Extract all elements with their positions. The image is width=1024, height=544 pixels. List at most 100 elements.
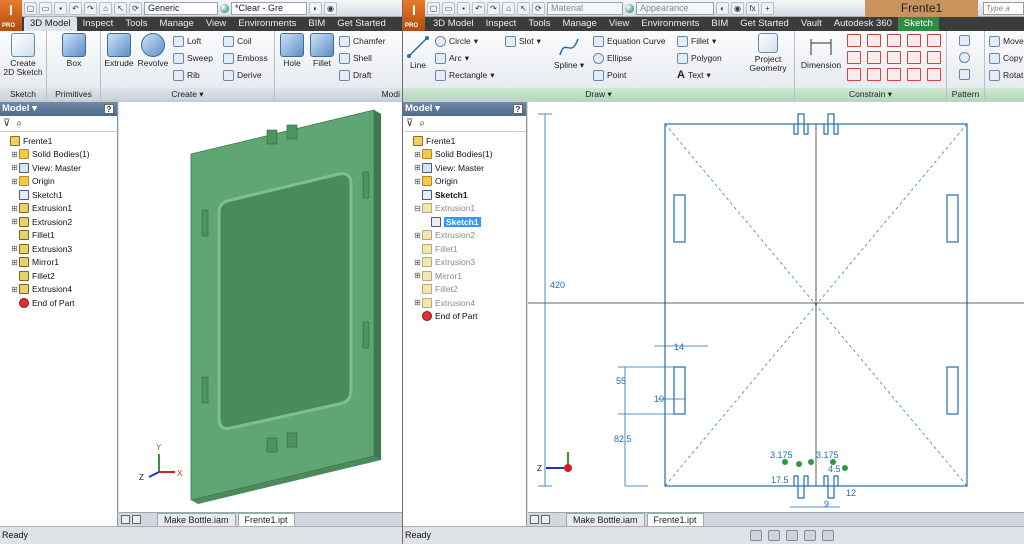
sweep-button[interactable]: Sweep: [173, 52, 213, 64]
model-browser-header[interactable]: Model ▾?: [0, 102, 117, 116]
tree-node[interactable]: ⊞ Extrusion2: [0, 215, 117, 229]
tab-get-started[interactable]: Get Started: [331, 17, 392, 31]
parallel-icon[interactable]: [847, 51, 861, 64]
tree-node[interactable]: Frente1: [0, 134, 117, 148]
doc-tab-make-bottle[interactable]: Make Bottle.iam: [157, 512, 236, 527]
box-button[interactable]: Box: [59, 33, 89, 68]
ortho-icon[interactable]: [768, 530, 780, 541]
expand-toggle-icon[interactable]: ⊞: [413, 177, 422, 186]
update-icon[interactable]: ⟳: [532, 1, 545, 15]
expand-toggle-icon[interactable]: ⊞: [10, 258, 19, 267]
tab-bim[interactable]: BIM: [705, 17, 734, 31]
cascade-icon[interactable]: [132, 515, 141, 524]
grid-snap-icon[interactable]: [750, 530, 762, 541]
tab-3d-model[interactable]: 3D Model: [427, 17, 480, 31]
extrude-button[interactable]: Extrude: [103, 33, 135, 68]
appearance-dropdown[interactable]: *Clear - Gre: [231, 1, 307, 15]
tab-autodesk-360[interactable]: Autodesk 360: [828, 17, 898, 31]
rib-button[interactable]: Rib: [173, 69, 200, 81]
symmetric-icon[interactable]: [887, 68, 901, 81]
loft-button[interactable]: Loft: [173, 35, 201, 47]
tab-manage[interactable]: Manage: [154, 17, 200, 31]
hole-button[interactable]: Hole: [277, 33, 307, 68]
expand-toggle-icon[interactable]: ⊞: [10, 244, 19, 253]
concentric-icon[interactable]: [887, 34, 901, 47]
adjust-icon[interactable]: ◐: [716, 1, 729, 15]
expand-toggle-icon[interactable]: ⊞: [10, 217, 19, 226]
doc-tab-make-bottle[interactable]: Make Bottle.iam: [566, 512, 645, 527]
circular-pattern-button[interactable]: [959, 52, 970, 63]
doc-tab-frente1[interactable]: Frente1.ipt: [237, 512, 295, 527]
expand-toggle-icon[interactable]: ⊞: [413, 271, 422, 280]
auto-dimension-icon[interactable]: [927, 68, 941, 81]
draw-panel-label[interactable]: Draw ▾: [403, 88, 794, 100]
parameters-icon[interactable]: fx: [746, 1, 759, 15]
create-2d-sketch-button[interactable]: Create 2D Sketch: [2, 33, 44, 77]
tree-node[interactable]: Sketch1: [403, 188, 526, 202]
tab-tools[interactable]: Tools: [522, 17, 556, 31]
tab-bim[interactable]: BIM: [302, 17, 331, 31]
tab-view[interactable]: View: [200, 17, 232, 31]
material-dropdown[interactable]: Material: [547, 1, 623, 15]
tab-vault[interactable]: Vault: [795, 17, 828, 31]
adjust-icon[interactable]: ◐: [309, 1, 322, 15]
show-constraints-icon[interactable]: [927, 34, 941, 47]
tab-environments[interactable]: Environments: [232, 17, 302, 31]
select-icon[interactable]: ↖: [114, 1, 127, 15]
tree-node[interactable]: ⊞ Extrusion3: [0, 242, 117, 256]
constraint-display-icon[interactable]: [804, 530, 816, 541]
dimension-button[interactable]: Dimension: [797, 35, 845, 70]
revolve-button[interactable]: Revolve: [136, 33, 170, 68]
filter-icon[interactable]: ⊽: [406, 118, 413, 129]
clear-icon[interactable]: ◉: [731, 1, 744, 15]
tree-node[interactable]: Sketch1: [403, 215, 526, 229]
home-icon[interactable]: ⌂: [99, 1, 112, 15]
tab-3d-model[interactable]: 3D Model: [24, 17, 77, 31]
select-icon[interactable]: ↖: [517, 1, 530, 15]
find-icon[interactable]: ⌕: [16, 118, 22, 129]
open-icon[interactable]: ▭: [39, 1, 52, 15]
fillet-button[interactable]: Fillet: [307, 33, 337, 68]
clear-icon[interactable]: ◉: [324, 1, 337, 15]
rectangle-button[interactable]: Rectangle ▾: [435, 69, 495, 81]
tree-node[interactable]: ⊞ Extrusion1: [0, 202, 117, 216]
spline-button[interactable]: Spline ▾: [553, 35, 585, 70]
tab-view[interactable]: View: [603, 17, 635, 31]
inventor-logo[interactable]: I PRO: [403, 0, 425, 31]
tree-node[interactable]: ⊞ View: Master: [0, 161, 117, 175]
undo-icon[interactable]: ↶: [472, 1, 485, 15]
expand-toggle-icon[interactable]: ⊟: [413, 204, 422, 213]
tangent-icon[interactable]: [847, 68, 861, 81]
home-icon[interactable]: ⌂: [502, 1, 515, 15]
inventor-logo[interactable]: I PRO: [0, 0, 22, 31]
filter-icon[interactable]: ⊽: [3, 118, 10, 129]
equal-icon[interactable]: [907, 68, 921, 81]
appearance-dropdown[interactable]: Appearance: [636, 1, 714, 15]
coil-button[interactable]: Coil: [223, 35, 252, 47]
expand-toggle-icon[interactable]: ⊞: [10, 204, 19, 213]
polygon-button[interactable]: Polygon: [677, 52, 722, 64]
collinear-icon[interactable]: [867, 34, 881, 47]
horizontal-icon[interactable]: [887, 51, 901, 64]
point-button[interactable]: Point: [593, 69, 626, 81]
model-browser-header[interactable]: Model ▾?: [403, 102, 526, 116]
vertical-icon[interactable]: [907, 51, 921, 64]
smooth-icon[interactable]: [867, 68, 881, 81]
equation-curve-button[interactable]: Equation Curve: [593, 35, 666, 47]
project-geometry-button[interactable]: Project Geometry: [743, 33, 793, 73]
save-icon[interactable]: ▪: [457, 1, 470, 15]
shell-button[interactable]: Shell: [339, 52, 372, 64]
help-icon[interactable]: ?: [513, 104, 523, 114]
move-button[interactable]: Move: [989, 35, 1024, 47]
expand-toggle-icon[interactable]: ⊞: [10, 177, 19, 186]
expand-toggle-icon[interactable]: ⊞: [413, 231, 422, 240]
graphics-viewport[interactable]: Y X Z: [119, 102, 402, 526]
mirror-button[interactable]: [959, 69, 970, 80]
ellipse-button[interactable]: Ellipse: [593, 52, 632, 64]
tab-manage[interactable]: Manage: [557, 17, 603, 31]
update-icon[interactable]: ⟳: [129, 1, 142, 15]
tree-node[interactable]: ⊞ Origin: [0, 175, 117, 189]
material-dropdown[interactable]: Generic: [144, 1, 218, 15]
redo-icon[interactable]: ↷: [487, 1, 500, 15]
open-icon[interactable]: ▭: [442, 1, 455, 15]
